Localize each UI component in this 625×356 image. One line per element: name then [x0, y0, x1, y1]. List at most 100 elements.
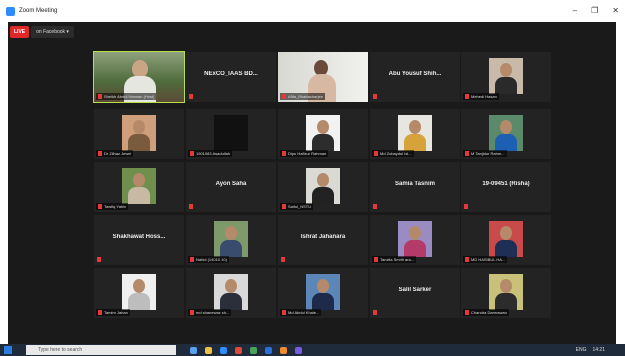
participant-tile[interactable]: md shanewaz sh... [186, 268, 276, 318]
muted-mic-icon [465, 310, 469, 315]
profile-picture [122, 115, 156, 151]
participant-name-tag: M Tanjidur Rahm... [463, 150, 507, 157]
participant-display-name: Salil Sarker [398, 287, 432, 293]
participant-name: Tanzila Smriti ara... [380, 257, 415, 262]
muted-mic-icon [189, 94, 193, 99]
taskbar-app-icon[interactable] [295, 346, 302, 354]
participant-name-tag: Afifa_Bhattacharjee [280, 93, 325, 100]
participant-display-name: Samia Tasnim [395, 181, 435, 187]
window-controls: – ❐ ✕ [573, 6, 619, 15]
restore-button[interactable]: ❐ [591, 6, 598, 15]
participant-tile[interactable]: Ishrat Jahanara [278, 215, 368, 265]
participant-name: Dr Zilhaz Jewel [104, 151, 132, 156]
participant-name: M Tanjidur Rahm... [471, 151, 505, 156]
taskbar-app-icon[interactable] [220, 346, 227, 354]
participant-tile[interactable]: Mehedi Hasan [461, 52, 551, 102]
participant-tile[interactable]: Dr Zilhaz Jewel [94, 109, 184, 159]
start-icon[interactable] [4, 346, 12, 354]
profile-picture [306, 115, 340, 151]
participant-name-tag: MD HASIBUL HA... [463, 256, 508, 263]
muted-mic-icon [464, 204, 468, 209]
profile-picture [398, 115, 432, 151]
muted-mic-icon [98, 204, 102, 209]
participant-tile[interactable]: Salil Sarker [370, 268, 460, 318]
muted-mic-icon [281, 257, 285, 262]
participant-tile[interactable]: Samia Tasnim [370, 162, 460, 212]
profile-picture [489, 58, 523, 94]
participant-tile[interactable]: 19-09451 (Risha) [461, 162, 551, 212]
participant-name-tag: md shanewaz sh... [188, 309, 232, 316]
participant-display-name: Ishrat Jahanara [300, 234, 346, 240]
participant-tile[interactable]: Nahid (14010 10) [186, 215, 276, 265]
participant-name-tag: Nahid (14010 10) [188, 256, 229, 263]
participant-name: 1901083 Asadullah [196, 151, 231, 156]
participant-name-tag: Chandra Darmawan [463, 309, 509, 316]
participant-tile[interactable]: M Tanjidur Rahm... [461, 109, 551, 159]
muted-mic-icon [190, 257, 194, 262]
title-bar: Zoom Meeting – ❐ ✕ [0, 0, 625, 22]
profile-picture [122, 168, 156, 204]
taskbar-app-icon[interactable] [280, 346, 287, 354]
muted-mic-icon [97, 257, 101, 262]
participant-tile[interactable]: Dipu Hafizur Rahman [278, 109, 368, 159]
taskbar-app-icon[interactable] [205, 346, 212, 354]
participant-name-tag: Saiful_NSTU [280, 203, 314, 210]
participant-tile[interactable]: Sheikh Abdul Hannan (Host) [93, 51, 185, 103]
zoom-app-icon [6, 6, 15, 16]
muted-mic-icon [465, 151, 469, 156]
taskbar-search-input[interactable]: Type here to search [26, 345, 176, 355]
muted-mic-icon [374, 257, 378, 262]
taskbar-app-icon[interactable] [250, 346, 257, 354]
taskbar-app-icon[interactable] [265, 346, 272, 354]
participant-name-tag: Tawfiq Yahin [96, 203, 129, 210]
participant-name-tag: Tamim Jahan [96, 309, 130, 316]
participant-tile[interactable]: Md Zobaydul Isl... [370, 109, 460, 159]
participant-name: md shanewaz sh... [196, 310, 230, 315]
muted-mic-icon [282, 310, 286, 315]
muted-mic-icon [98, 151, 102, 156]
participant-tile[interactable]: 1901083 Asadullah [186, 109, 276, 159]
participant-display-name: Abu Yousuf Shih... [388, 71, 442, 77]
participant-name: Chandra Darmawan [471, 310, 507, 315]
participant-name-tag: Md Abdul Khale... [280, 309, 322, 316]
participant-name-tag: Tanzila Smriti ara... [372, 256, 417, 263]
participant-tile[interactable]: Ayon Saha [186, 162, 276, 212]
window-title: Zoom Meeting [19, 8, 58, 14]
participant-name: Nahid (14010 10) [196, 257, 227, 262]
muted-mic-icon [282, 204, 286, 209]
participant-tile[interactable]: Tanzila Smriti ara... [370, 215, 460, 265]
clock[interactable]: 14:21 [592, 347, 605, 353]
profile-picture [214, 221, 248, 257]
participant-name-tag: Dipu Hafizur Rahman [280, 150, 329, 157]
live-destination[interactable]: on Facebook ▾ [31, 25, 74, 38]
participant-tile[interactable]: Chandra Darmawan [461, 268, 551, 318]
close-button[interactable]: ✕ [612, 6, 619, 15]
muted-mic-icon [465, 94, 469, 99]
taskbar-app-icon[interactable] [235, 346, 242, 354]
profile-picture [489, 115, 523, 151]
muted-mic-icon [374, 151, 378, 156]
participant-tile[interactable]: MD HASIBUL HA... [461, 215, 551, 265]
live-on-facebook-button[interactable]: LIVE on Facebook ▾ [10, 25, 74, 38]
minimize-button[interactable]: – [573, 6, 577, 15]
participant-tile[interactable]: Saiful_NSTU [278, 162, 368, 212]
muted-mic-icon [373, 310, 377, 315]
muted-mic-icon [373, 204, 377, 209]
profile-picture [306, 168, 340, 204]
participant-tile[interactable]: Afifa_Bhattacharjee [278, 52, 368, 102]
profile-picture [489, 274, 523, 310]
profile-picture [398, 221, 432, 257]
participant-name: Mehedi Hasan [471, 94, 497, 99]
participant-tile[interactable]: Tamim Jahan [94, 268, 184, 318]
participant-tile[interactable]: Tawfiq Yahin [94, 162, 184, 212]
profile-picture [214, 274, 248, 310]
participant-tile[interactable]: Md Abdul Khale... [278, 268, 368, 318]
participant-display-name: 19-09451 (Risha) [482, 181, 530, 187]
taskbar-app-icon[interactable] [190, 346, 197, 354]
language-indicator[interactable]: ENG [576, 347, 587, 353]
participant-tile[interactable]: Shakhawat Hoss... [94, 215, 184, 265]
participant-tile[interactable]: NExCO_IAAS BD... [186, 52, 276, 102]
profile-picture [306, 274, 340, 310]
participant-tile[interactable]: Abu Yousuf Shih... [370, 52, 460, 102]
profile-picture [122, 274, 156, 310]
